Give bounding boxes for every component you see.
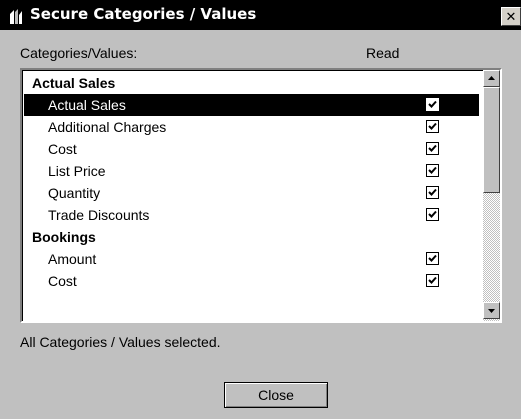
checkmark-icon (428, 254, 437, 262)
value-row[interactable]: Trade Discounts (24, 204, 479, 226)
arrow-down-icon (488, 309, 495, 313)
checkmark-icon (428, 188, 437, 196)
value-row[interactable]: Amount (24, 248, 479, 270)
value-label: Amount (48, 251, 97, 267)
checkmark-icon (428, 166, 437, 174)
vertical-scrollbar[interactable] (483, 70, 500, 321)
read-checkbox[interactable] (426, 120, 439, 133)
value-row[interactable]: Actual Sales (24, 94, 479, 116)
read-checkbox[interactable] (426, 98, 439, 111)
read-column-header: Read (366, 45, 400, 61)
category-row[interactable]: Actual Sales (24, 72, 479, 94)
read-checkbox[interactable] (426, 274, 439, 287)
checkmark-icon (428, 144, 437, 152)
value-label: Actual Sales (48, 97, 126, 113)
checkmark-icon (428, 100, 437, 108)
window-title: Secure Categories / Values (30, 5, 257, 23)
read-checkbox[interactable] (426, 208, 439, 221)
value-label: Quantity (48, 185, 101, 201)
value-row[interactable]: Additional Charges (24, 116, 479, 138)
scroll-up-button[interactable] (483, 70, 500, 87)
arrow-up-icon (488, 76, 495, 80)
close-button[interactable]: Close (224, 382, 328, 408)
checkmark-icon (428, 210, 437, 218)
value-label: Trade Discounts (48, 207, 150, 223)
categories-list[interactable]: Actual Sales Actual Sales Additional Charg… (20, 68, 502, 323)
categories-column-header: Categories/Values: (20, 45, 138, 61)
checkmark-icon (428, 122, 437, 130)
category-label: Bookings (32, 229, 96, 245)
value-row[interactable]: Cost (24, 270, 479, 292)
value-label: Cost (48, 273, 77, 289)
read-checkbox[interactable] (426, 142, 439, 155)
close-window-icon[interactable]: ✕ (501, 7, 521, 26)
app-icon (6, 6, 26, 26)
read-checkbox[interactable] (426, 252, 439, 265)
read-checkbox[interactable] (426, 164, 439, 177)
value-label: List Price (48, 163, 106, 179)
scroll-down-button[interactable] (483, 302, 500, 319)
value-label: Cost (48, 141, 77, 157)
value-label: Additional Charges (48, 119, 167, 135)
value-row[interactable]: Cost (24, 138, 479, 160)
status-text: All Categories / Values selected. (20, 334, 221, 350)
value-row[interactable]: List Price (24, 160, 479, 182)
scroll-thumb[interactable] (483, 87, 500, 193)
read-checkbox[interactable] (426, 186, 439, 199)
checkmark-icon (428, 276, 437, 284)
value-row[interactable]: Quantity (24, 182, 479, 204)
category-label: Actual Sales (32, 75, 116, 91)
category-row[interactable]: Bookings (24, 226, 479, 248)
title-bar[interactable]: Secure Categories / Values ✕ (0, 0, 521, 30)
